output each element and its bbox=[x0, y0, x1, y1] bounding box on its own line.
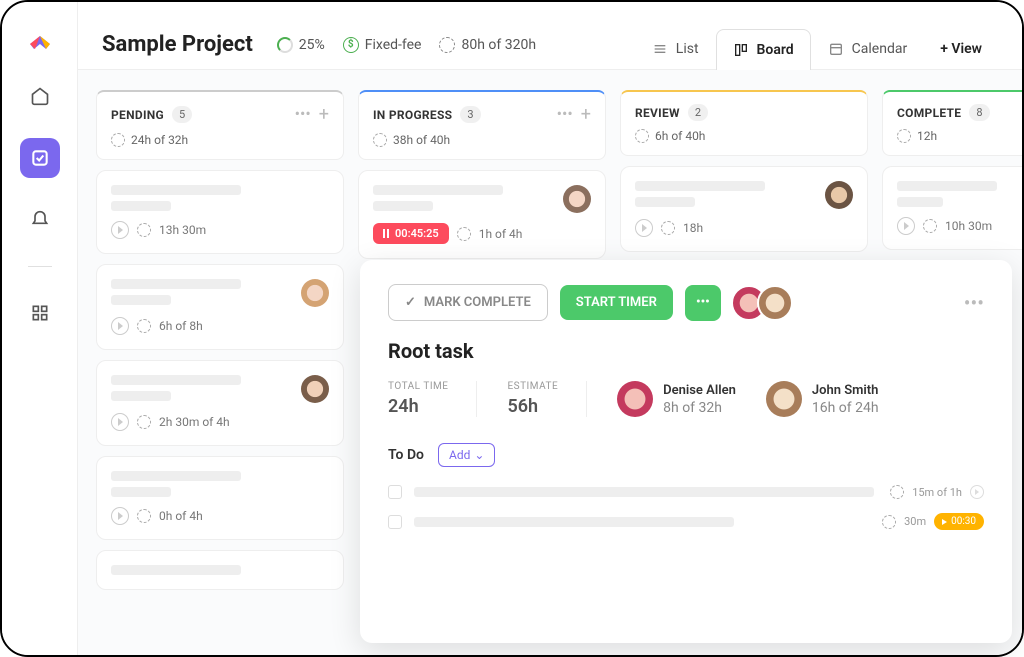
avatar bbox=[301, 375, 329, 403]
clock-icon bbox=[457, 227, 471, 241]
avatar bbox=[757, 285, 793, 321]
sidebar bbox=[2, 2, 78, 655]
clock-icon bbox=[137, 509, 151, 523]
clock-icon bbox=[439, 37, 455, 53]
home-icon[interactable] bbox=[20, 76, 60, 116]
task-card[interactable]: 00:45:25 1h of 4h bbox=[358, 170, 606, 259]
task-menu-icon[interactable]: ••• bbox=[964, 291, 984, 315]
play-icon[interactable] bbox=[111, 507, 129, 525]
clock-icon bbox=[111, 133, 125, 147]
clock-icon bbox=[882, 515, 896, 529]
avatar bbox=[766, 381, 802, 417]
clock-icon bbox=[137, 223, 151, 237]
add-view-button[interactable]: + View bbox=[924, 29, 998, 69]
clock-icon bbox=[890, 485, 904, 499]
notifications-icon[interactable] bbox=[20, 200, 60, 240]
project-title: Sample Project bbox=[102, 32, 253, 57]
view-board-tab[interactable]: Board bbox=[716, 29, 811, 70]
play-icon[interactable] bbox=[111, 413, 129, 431]
sidebar-divider bbox=[28, 266, 52, 267]
active-timer[interactable]: 00:45:25 bbox=[373, 223, 449, 244]
header: Sample Project 25% $Fixed-fee 80h of 320… bbox=[78, 2, 1022, 70]
todo-item[interactable]: 30m00:30 bbox=[388, 513, 984, 530]
clickup-logo bbox=[24, 22, 56, 54]
progress-ring-icon bbox=[277, 37, 293, 53]
todo-text-placeholder bbox=[414, 487, 874, 497]
column-header-complete: COMPLETE 8 12h bbox=[882, 90, 1022, 156]
billing-metric: $Fixed-fee bbox=[343, 37, 422, 53]
hours-metric: 80h of 320h bbox=[439, 37, 536, 53]
tasks-icon[interactable] bbox=[20, 138, 60, 178]
add-card-icon[interactable]: + bbox=[319, 104, 329, 125]
column-header-review: REVIEW 2 6h of 40h bbox=[620, 90, 868, 156]
dollar-icon: $ bbox=[343, 37, 359, 53]
play-icon[interactable] bbox=[897, 217, 915, 235]
avatar bbox=[301, 279, 329, 307]
view-calendar-tab[interactable]: Calendar bbox=[811, 28, 925, 69]
task-card[interactable]: 10h 30m bbox=[882, 166, 1022, 250]
avatar bbox=[563, 185, 591, 213]
task-card[interactable]: 18h bbox=[620, 166, 868, 252]
checkbox[interactable] bbox=[388, 485, 402, 499]
column-menu-icon[interactable]: ••• bbox=[557, 104, 573, 125]
view-list-tab[interactable]: List bbox=[635, 28, 716, 69]
progress-metric: 25% bbox=[277, 37, 325, 53]
clock-icon bbox=[373, 133, 387, 147]
assignee-stack[interactable] bbox=[741, 285, 793, 321]
active-timer-small[interactable]: 00:30 bbox=[934, 513, 984, 530]
column-header-in-progress: IN PROGRESS 3 •••+ 38h of 40h bbox=[358, 90, 606, 160]
task-card[interactable] bbox=[96, 550, 344, 590]
clock-icon bbox=[137, 415, 151, 429]
start-timer-button[interactable]: START TIMER bbox=[560, 285, 673, 320]
todo-heading: To Do bbox=[388, 447, 424, 463]
play-icon[interactable] bbox=[635, 219, 653, 237]
play-icon[interactable] bbox=[970, 485, 984, 499]
avatar bbox=[825, 181, 853, 209]
timer-more-button[interactable]: ••• bbox=[685, 285, 721, 321]
task-card[interactable]: 2h 30m of 4h bbox=[96, 360, 344, 446]
column-header-pending: PENDING 5 •••+ 24h of 32h bbox=[96, 90, 344, 160]
column-menu-icon[interactable]: ••• bbox=[295, 104, 311, 125]
chevron-down-icon: ⌄ bbox=[474, 448, 484, 462]
clock-icon bbox=[137, 319, 151, 333]
clock-icon bbox=[923, 219, 937, 233]
check-icon: ✓ bbox=[405, 295, 416, 310]
apps-icon[interactable] bbox=[20, 293, 60, 333]
checkbox[interactable] bbox=[388, 515, 402, 529]
clock-icon bbox=[635, 129, 649, 143]
todo-item[interactable]: 15m of 1h bbox=[388, 485, 984, 499]
task-card[interactable]: 13h 30m bbox=[96, 170, 344, 254]
clock-icon bbox=[661, 221, 675, 235]
play-icon[interactable] bbox=[111, 317, 129, 335]
pause-icon bbox=[383, 229, 389, 238]
user-time-entry: Denise Allen8h of 32h bbox=[617, 381, 736, 417]
add-todo-button[interactable]: Add⌄ bbox=[438, 443, 495, 467]
user-time-entry: John Smith16h of 24h bbox=[766, 381, 879, 417]
todo-text-placeholder bbox=[414, 517, 734, 527]
avatar bbox=[617, 381, 653, 417]
task-title: Root task bbox=[388, 339, 984, 363]
add-card-icon[interactable]: + bbox=[581, 104, 591, 125]
mark-complete-button[interactable]: ✓MARK COMPLETE bbox=[388, 284, 548, 321]
task-card[interactable]: 0h of 4h bbox=[96, 456, 344, 540]
task-card[interactable]: 6h of 8h bbox=[96, 264, 344, 350]
play-icon[interactable] bbox=[111, 221, 129, 239]
column-pending: PENDING 5 •••+ 24h of 32h 13h 30m 6h of … bbox=[96, 90, 344, 635]
clock-icon bbox=[897, 129, 911, 143]
task-detail-panel: ✓MARK COMPLETE START TIMER ••• ••• Root … bbox=[360, 260, 1012, 643]
